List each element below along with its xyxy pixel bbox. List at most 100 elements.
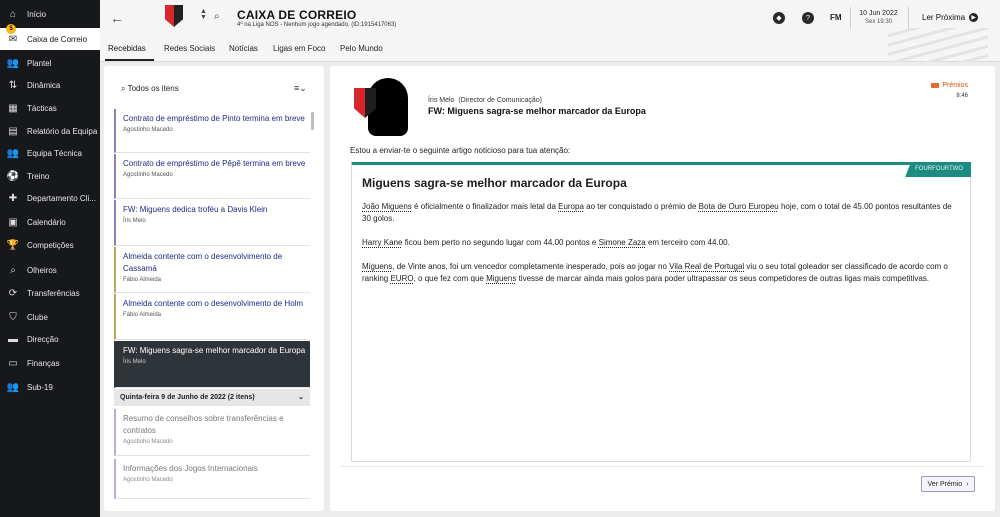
sidebar: ⌂ Início ✉ 5 Caixa de Correio 👥 Plantel ⇅ Dinâmi… xyxy=(0,0,100,517)
arrow-right-icon: ▶ xyxy=(969,13,979,22)
inbox-list: ⌕ Todos os itens ≡⌄ Contrato de emprésti… xyxy=(104,66,324,511)
article-text: tivesse de marcar ainda mais golos para … xyxy=(516,274,929,283)
article-paragraph: Miguens, de Vinte anos, foi um vencedor … xyxy=(362,261,962,285)
tactics-icon: ▦ xyxy=(8,102,18,114)
tab-redes-sociais[interactable]: Redes Sociais xyxy=(164,44,215,53)
message-item[interactable]: FW: Miguens dedica troféu a Davis Klein Í… xyxy=(114,200,310,246)
message-item[interactable]: FW: Miguens sagra-se melhor marcador da … xyxy=(114,341,310,388)
filter-search[interactable]: ⌕ Todos os itens xyxy=(121,84,179,94)
message-item[interactable]: Contrato de empréstimo de Pêpê termina e… xyxy=(114,154,310,199)
filter-menu-icon[interactable]: ≡⌄ xyxy=(294,83,307,94)
sidebar-item[interactable]: ⟳ Transferências xyxy=(0,282,100,304)
article-text: é oficialmente o finalizador mais letal … xyxy=(411,202,559,211)
sidebar-item[interactable]: ▤ Relatório da Equipa xyxy=(0,120,100,142)
scrollbar-thumb[interactable] xyxy=(311,112,314,130)
sidebar-item[interactable]: ✉ 5 Caixa de Correio xyxy=(0,24,100,50)
article-text: ao ter conquistado o prémio de xyxy=(583,202,699,211)
view-prize-button[interactable]: Ver Prémio › xyxy=(921,476,975,492)
tab-pelo-mundo[interactable]: Pelo Mundo xyxy=(340,44,383,53)
club-link[interactable]: Vila Real de Portugal xyxy=(669,262,744,271)
message-item[interactable]: Informações dos Jogos Internacionais Agos… xyxy=(114,459,310,499)
message-sender: Agostinho Macedo xyxy=(123,477,173,483)
transfers-icon: ⟳ xyxy=(8,287,18,299)
news-article: FOURFOURTWO Miguens sagra-se melhor marc… xyxy=(351,162,971,462)
message-intro: Estou a enviar-te o seguinte artigo noti… xyxy=(350,146,571,155)
sidebar-item[interactable]: 👥 Equipa Técnica xyxy=(0,142,100,164)
award-link[interactable]: Bota de Ouro Europeu xyxy=(699,202,779,211)
board-icon: ▬ xyxy=(8,333,18,345)
day-group-label: Quinta-feira 9 de Junho de 2022 (2 itens… xyxy=(120,394,255,401)
youth-icon: 👥 xyxy=(6,381,20,393)
search-icon[interactable]: ⌕ xyxy=(214,11,220,22)
home-icon: ⌂ xyxy=(9,8,17,20)
sender-name[interactable]: Íris Melo xyxy=(428,97,454,104)
message-sender: Íris Melo xyxy=(123,218,146,224)
message-item[interactable]: Resumo de conselhos sobre transferências… xyxy=(114,409,310,456)
message-time: 8:46 xyxy=(956,93,968,99)
player-link[interactable]: Simone Zaza xyxy=(599,238,646,247)
message-subject: Contrato de empréstimo de Pinto termina … xyxy=(123,114,305,123)
sidebar-item[interactable]: ⌂ Início xyxy=(0,3,100,25)
page-subtitle: 4º na Liga NOS - Nenhum jogo agendado. (… xyxy=(237,22,397,28)
message-sender: Íris Melo xyxy=(123,359,146,365)
sidebar-item[interactable]: ✚ Departamento Cli... xyxy=(0,187,100,209)
scouting-icon: ⌕ xyxy=(10,264,16,276)
message-item[interactable]: Contrato de empréstimo de Pinto termina … xyxy=(114,109,310,153)
chevron-right-icon: › xyxy=(966,480,969,488)
player-link[interactable]: Harry Kane xyxy=(362,238,402,247)
sidebar-item-label: Sub-19 xyxy=(27,382,53,392)
sidebar-item-label: Tácticas xyxy=(27,103,57,113)
message-sender: Fábio Almeida xyxy=(123,277,162,283)
tag-icon xyxy=(931,83,940,88)
sidebar-item[interactable]: 👥 Plantel xyxy=(0,52,100,74)
sidebar-item[interactable]: 👥 Sub-19 xyxy=(0,376,100,398)
reward-tag-label: Prémios xyxy=(942,82,968,89)
message-subject: Contrato de empréstimo de Pêpê termina e… xyxy=(123,159,306,168)
tab-ligas-em-foco[interactable]: Ligas em Foco xyxy=(273,44,325,53)
sidebar-item-label: Relatório da Equipa xyxy=(27,126,98,136)
sidebar-item[interactable]: ▦ Tácticas xyxy=(0,97,100,119)
ranking-link[interactable]: EURO xyxy=(390,274,413,283)
inbox-filter-row: ⌕ Todos os itens ≡⌄ xyxy=(104,66,324,108)
sidebar-item[interactable]: ⇅ Dinâmica xyxy=(0,74,100,96)
unread-badge: 5 xyxy=(6,24,16,34)
sidebar-item[interactable]: 🏆 Competições xyxy=(0,234,100,256)
sidebar-item-label: Equipa Técnica xyxy=(27,148,82,158)
chevron-down-icon: ⌄ xyxy=(298,394,304,401)
continue-button[interactable]: Ler Próxima ▶ xyxy=(922,13,979,22)
club-badge-icon[interactable]: ◆ xyxy=(773,12,785,24)
message-item[interactable]: Almeida contente com o desenvolvimento d… xyxy=(114,247,310,293)
player-link[interactable]: Miguens xyxy=(362,262,392,271)
tab-recebidas[interactable]: Recebidas xyxy=(108,44,146,53)
divider xyxy=(908,7,909,29)
sidebar-item-label: Transferências xyxy=(27,288,80,298)
club-crest-icon[interactable] xyxy=(165,5,183,27)
divider xyxy=(850,7,851,29)
sidebar-item[interactable]: ⛉ Clube xyxy=(0,306,100,328)
player-link[interactable]: João Miguens xyxy=(362,202,412,211)
up-down-arrows-icon[interactable]: ▲ ▼ xyxy=(200,8,207,21)
sidebar-item-label: Calendário xyxy=(27,217,66,227)
region-link[interactable]: Europa xyxy=(558,202,584,211)
help-icon[interactable]: ? xyxy=(802,12,814,24)
sidebar-item-label: Treino xyxy=(27,171,50,181)
sidebar-item[interactable]: ▣ Calendário xyxy=(0,211,100,233)
sidebar-item[interactable]: ▭ Finanças xyxy=(0,352,100,374)
day-group-header[interactable]: Quinta-feira 9 de Junho de 2022 (2 itens… xyxy=(114,389,310,406)
sidebar-item[interactable]: ⌕ Olheiros xyxy=(0,259,100,281)
fm-logo[interactable]: FM xyxy=(830,13,842,22)
top-bar: ← ▲ ▼ ⌕ CAIXA DE CORREIO 4º na Liga NOS -… xyxy=(100,0,1000,62)
player-link[interactable]: Miguens xyxy=(486,274,516,283)
club-icon: ⛉ xyxy=(9,311,17,323)
sender-line: Íris Melo (Director de Comunicação) xyxy=(428,97,542,104)
finances-icon: ▭ xyxy=(8,357,18,369)
back-arrow-icon[interactable]: ← xyxy=(110,10,124,26)
sidebar-item[interactable]: ⚽ Treino xyxy=(0,165,100,187)
tab-noticias[interactable]: Notícias xyxy=(229,44,258,53)
calendar-icon: ▣ xyxy=(8,216,18,228)
sidebar-item[interactable]: ▬ Direcção xyxy=(0,328,100,350)
message-item[interactable]: Almeida contente com o desenvolvimento d… xyxy=(114,294,310,340)
message-sender: Agostinho Macedo xyxy=(123,439,173,445)
reward-tag: Prémios xyxy=(931,82,968,89)
training-icon: ⚽ xyxy=(6,170,20,182)
